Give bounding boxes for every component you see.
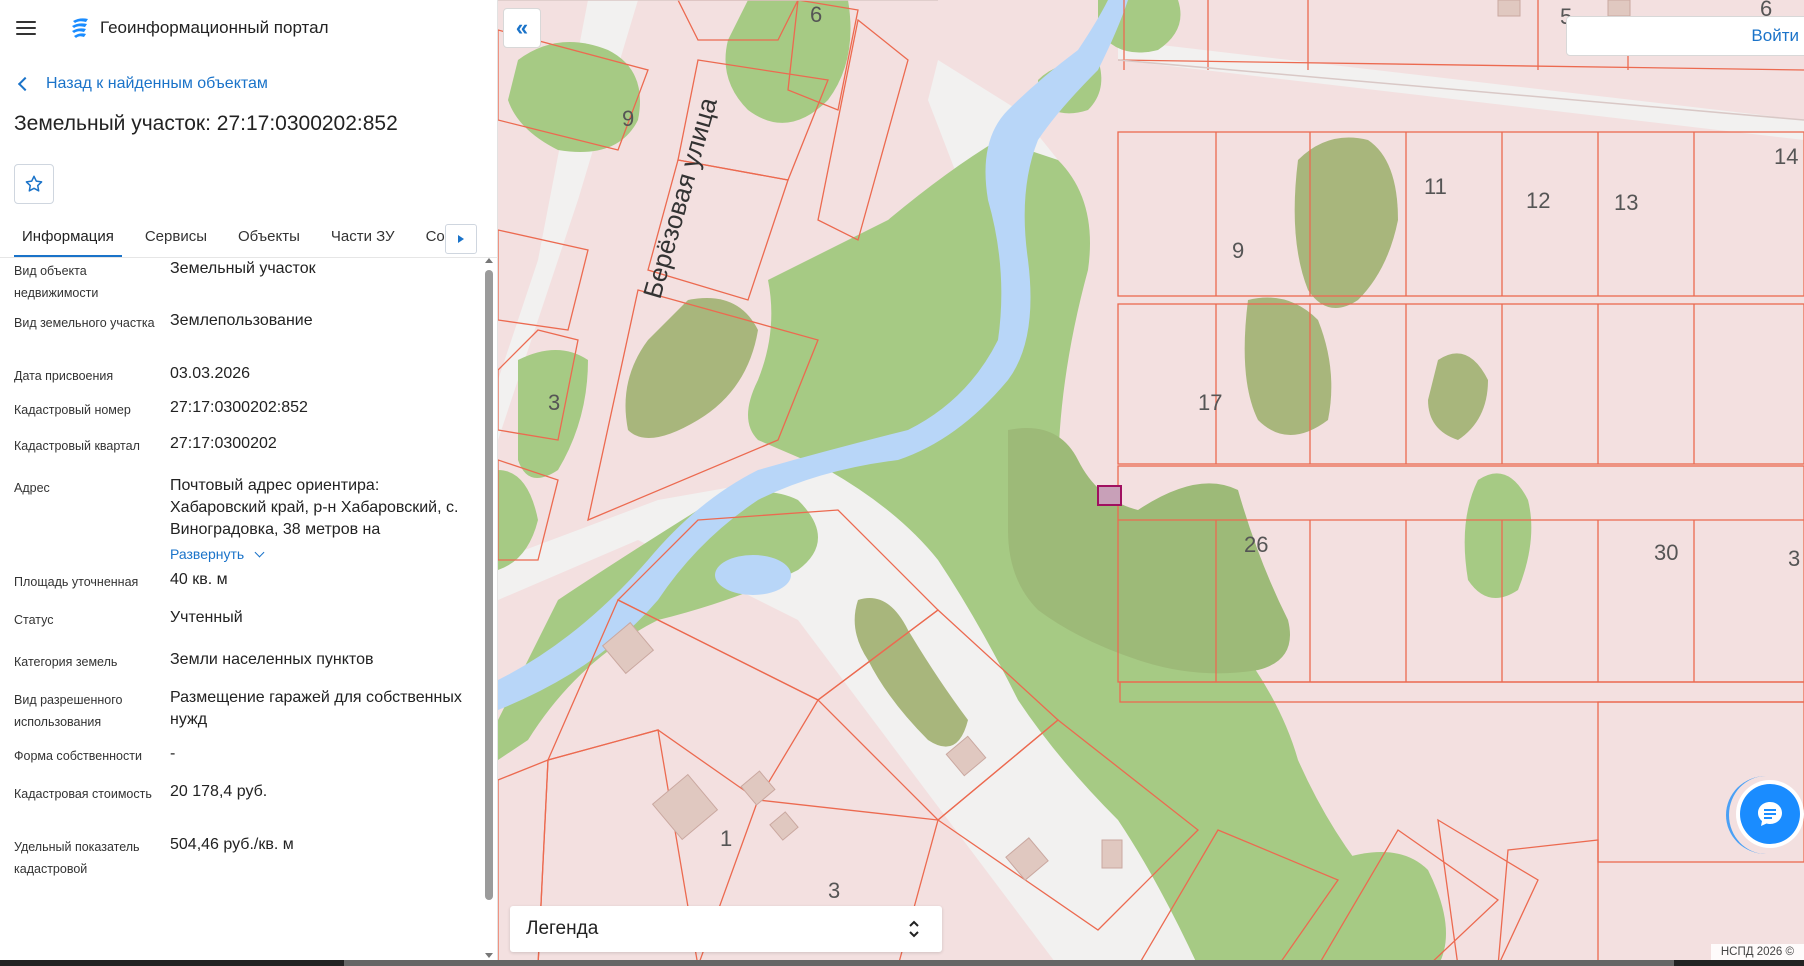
panel-scrollbar[interactable]: [484, 258, 494, 958]
tab-services[interactable]: Сервисы: [137, 220, 215, 257]
tabs-scroll-right-button[interactable]: [445, 224, 477, 254]
field-value: -: [170, 745, 176, 762]
field-value: 504,46 руб./кв. м: [170, 836, 294, 853]
field-label: Кадастровый квартал: [14, 439, 140, 453]
field-row: Дата присвоения 03.03.2026: [0, 363, 488, 397]
chat-bubble-icon: [1758, 802, 1782, 826]
field-label: Адрес: [14, 481, 50, 495]
field-value: 27:17:0300202: [170, 435, 277, 452]
parcel-number: 11: [1424, 174, 1447, 199]
address-text: Почтовый адрес ориентира: Хабаровский кр…: [170, 477, 459, 538]
parcel-number: 3: [548, 390, 560, 415]
details-list: Вид объекта недвижимости Земельный участ…: [0, 258, 488, 958]
field-value: 40 кв. м: [170, 571, 228, 588]
hamburger-menu-icon[interactable]: [16, 16, 40, 40]
parcel-number: 3: [828, 878, 840, 903]
expand-address-link[interactable]: Развернуть: [170, 543, 265, 565]
field-label: Вид земельного участка: [14, 316, 155, 330]
caret-right-icon: [458, 235, 464, 243]
field-label: Кадастровая стоимость: [14, 787, 152, 801]
field-value: Земельный участок: [170, 260, 316, 277]
field-value: Размещение гаражей для собственных нужд: [170, 689, 462, 728]
field-row-address: Адрес Почтовый адрес ориентира: Хабаровс…: [0, 475, 488, 569]
selected-parcel[interactable]: [1097, 485, 1122, 506]
field-label: Вид объекта недвижимости: [14, 264, 99, 300]
login-button[interactable]: Войти: [1566, 16, 1804, 56]
field-row: Статус Учтенный: [0, 607, 488, 649]
field-row: Кадастровая стоимость 20 178,4 руб.: [0, 781, 488, 834]
scrollbar-thumb[interactable]: [485, 270, 493, 900]
top-bar: Геоинформационный портал: [0, 0, 497, 56]
horizontal-scrollbar[interactable]: [0, 960, 1804, 966]
expand-collapse-icon: [909, 920, 919, 938]
map-canvas[interactable]: Берёзовая улица 6 9 3 5 6: [498, 0, 1804, 966]
field-label: Дата присвоения: [14, 369, 114, 383]
collapse-panel-button[interactable]: «: [503, 8, 541, 48]
field-label: Вид разрешенного использования: [14, 693, 123, 729]
parcel-number: 30: [1654, 540, 1678, 565]
field-value: 20 178,4 руб.: [170, 783, 268, 800]
chat-button[interactable]: [1740, 784, 1800, 844]
parcel-number: 9: [1232, 238, 1244, 263]
field-value: 03.03.2026: [170, 365, 251, 382]
legend-label: Легенда: [526, 918, 599, 939]
parcel-number: 9: [622, 106, 634, 131]
field-row: Вид объекта недвижимости Земельный участ…: [0, 258, 488, 310]
chevron-down-icon: [254, 547, 265, 557]
field-value: Почтовый адрес ориентира: Хабаровский кр…: [170, 475, 474, 569]
field-label: Удельный показатель кадастровой: [14, 840, 140, 876]
field-row: Форма собственности -: [0, 743, 488, 781]
parcel-number: 17: [1198, 390, 1222, 415]
tab-objects[interactable]: Объекты: [230, 220, 308, 257]
tab-information[interactable]: Информация: [14, 220, 122, 257]
scroll-down-arrow-icon[interactable]: [485, 953, 493, 958]
chevron-left-icon: [17, 76, 33, 92]
parcel-number: 1: [720, 826, 732, 851]
field-row: Кадастровый квартал 27:17:0300202: [0, 433, 488, 475]
app-title: Геоинформационный портал: [100, 18, 329, 37]
field-row: Вид разрешенного использования Размещени…: [0, 687, 488, 743]
info-panel: Геоинформационный портал Назад к найденн…: [0, 0, 498, 966]
object-title: Земельный участок: 27:17:0300202:852: [14, 112, 398, 135]
back-link-label: Назад к найденным объектам: [46, 75, 268, 92]
tab-parcel-parts[interactable]: Части ЗУ: [323, 220, 403, 257]
field-row: Кадастровый номер 27:17:0300202:852: [0, 397, 488, 433]
field-label: Форма собственности: [14, 749, 142, 763]
horizontal-scrollbar-thumb[interactable]: [344, 960, 1674, 966]
field-label: Площадь уточненная: [14, 575, 139, 589]
field-label: Кадастровый номер: [14, 403, 131, 417]
back-to-results-link[interactable]: Назад к найденным объектам: [17, 74, 497, 94]
field-row: Категория земель Земли населенных пункто…: [0, 649, 488, 687]
field-value: Земли населенных пунктов: [170, 651, 374, 668]
field-value: Землепользование: [170, 312, 313, 329]
star-icon: [25, 175, 43, 192]
field-row: Вид земельного участка Землепользование: [0, 310, 488, 363]
map-attribution: НСПД 2026 ©: [1710, 944, 1804, 960]
portal-logo-icon: [72, 18, 88, 38]
field-label: Категория земель: [14, 655, 118, 669]
legend-dropdown[interactable]: Легенда: [510, 906, 942, 952]
field-value: Учтенный: [170, 609, 243, 626]
expand-label: Развернуть: [170, 546, 245, 562]
field-value: 27:17:0300202:852: [170, 399, 308, 416]
parcel-number: 12: [1526, 188, 1550, 213]
field-row: Площадь уточненная 40 кв. м: [0, 569, 488, 607]
parcel-number: 26: [1244, 532, 1268, 557]
double-chevron-left-icon: «: [515, 15, 529, 40]
app-root: Геоинформационный портал Назад к найденн…: [0, 0, 1804, 966]
panel-tabs: Информация Сервисы Объекты Части ЗУ Сост…: [0, 220, 497, 258]
scroll-up-arrow-icon[interactable]: [485, 258, 493, 263]
parcel-number: 3: [1788, 546, 1800, 571]
parcel-number: 6: [810, 2, 822, 27]
parcel-number: 13: [1614, 190, 1638, 215]
field-label: Статус: [14, 613, 54, 627]
parcel-number: 14: [1774, 144, 1798, 169]
favorite-button[interactable]: [14, 164, 54, 204]
field-row: Удельный показатель кадастровой 504,46 р…: [0, 834, 488, 878]
map-drawing: Берёзовая улица 6 9 3 5 6: [498, 0, 1804, 966]
